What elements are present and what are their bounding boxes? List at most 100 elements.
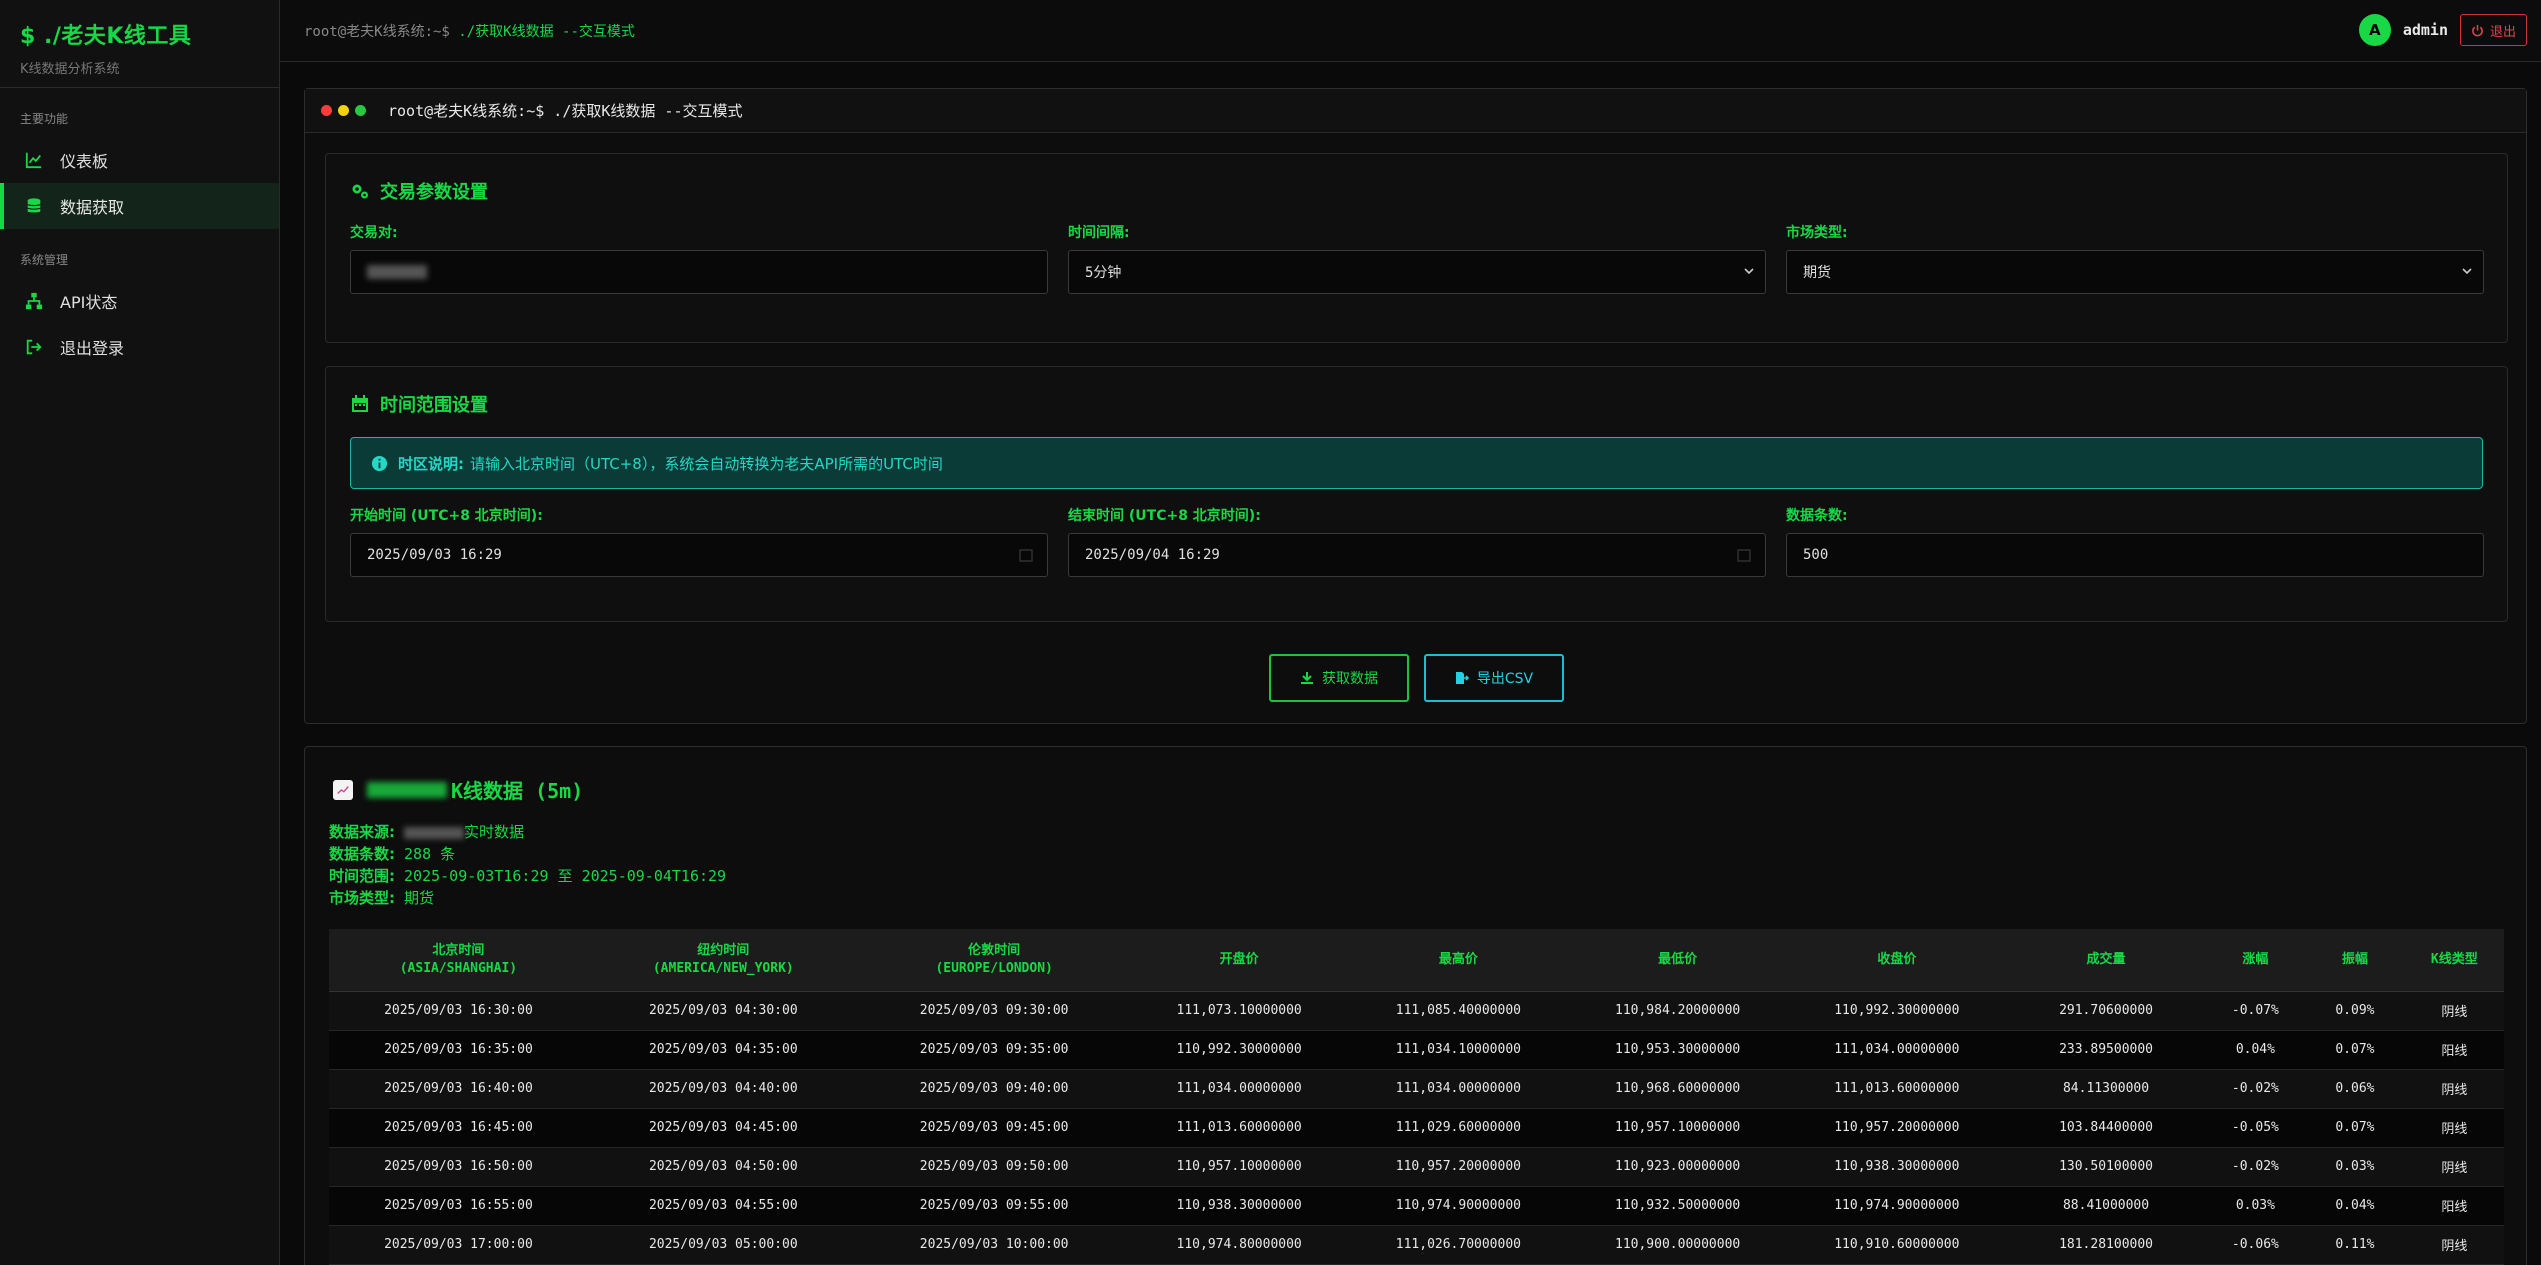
- fetch-data-button[interactable]: 获取数据: [1269, 654, 1409, 702]
- column-header[interactable]: 北京时间 (ASIA/SHANGHAI): [329, 929, 588, 992]
- table-cell: 130.50100000: [2006, 1147, 2206, 1187]
- sidebar-item-data-fetch[interactable]: 数据获取: [0, 183, 279, 229]
- column-header-timezone: (ASIA/SHANGHAI): [399, 960, 518, 976]
- table-cell: 阴线: [2404, 991, 2504, 1031]
- table-cell: 2025/09/03 17:00:00: [329, 1225, 588, 1265]
- table-cell: 111,034.10000000: [1348, 1030, 1568, 1070]
- avatar[interactable]: A: [2358, 14, 2391, 46]
- table-cell: 111,029.60000000: [1348, 1108, 1568, 1148]
- market-label: 市场类型:: [329, 889, 395, 907]
- table-row[interactable]: 2025/09/03 17:00:00 2025/09/03 05:00:00 20…: [329, 1225, 2504, 1265]
- logout-label: 退出: [2489, 24, 2516, 40]
- column-header[interactable]: 成交量: [2006, 929, 2206, 992]
- sign-out-icon: [24, 337, 44, 357]
- column-header[interactable]: 涨幅: [2205, 929, 2306, 992]
- terminal-header: root@老夫K线系统:~$ ./获取K线数据 --交互模式: [305, 89, 2526, 133]
- table-cell: 110,984.20000000: [1568, 991, 1788, 1031]
- table-cell: 2025/09/03 09:55:00: [858, 1186, 1130, 1226]
- column-header[interactable]: K线类型: [2404, 929, 2504, 992]
- results-title: K线数据 (5m): [333, 775, 583, 804]
- interval-select[interactable]: 5分钟: [1068, 250, 1766, 294]
- market-select[interactable]: 期货: [1786, 250, 2484, 294]
- start-time-input[interactable]: 2025/09/03 16:29: [350, 533, 1048, 577]
- market-value: 期货: [1803, 265, 1831, 281]
- table-cell: 110,938.30000000: [1787, 1147, 2007, 1187]
- table-cell: 111,013.60000000: [1787, 1069, 2007, 1109]
- chart-line-icon: [24, 150, 44, 170]
- table-cell: 2025/09/03 09:40:00: [858, 1069, 1130, 1109]
- logout-button[interactable]: 退出: [2459, 14, 2527, 46]
- brand-title[interactable]: $ ./老夫K线工具: [20, 18, 259, 50]
- sidebar-item-dashboard[interactable]: 仪表板: [0, 137, 279, 183]
- calendar-picker-icon[interactable]: [1019, 548, 1033, 562]
- table-cell: 2025/09/03 10:00:00: [858, 1225, 1130, 1265]
- database-icon: [24, 196, 44, 216]
- table-row[interactable]: 2025/09/03 16:50:00 2025/09/03 04:50:00 20…: [329, 1147, 2504, 1187]
- end-time-input[interactable]: 2025/09/04 16:29: [1068, 533, 1766, 577]
- column-header-title: 振幅: [2341, 951, 2368, 967]
- table-cell: 111,073.10000000: [1129, 991, 1349, 1031]
- username: admin: [2402, 21, 2448, 39]
- interval-field: 时间间隔: 5分钟: [1068, 222, 1766, 294]
- export-csv-button[interactable]: 导出CSV: [1424, 654, 1564, 702]
- column-header[interactable]: 最低价: [1568, 929, 1788, 992]
- end-time-label: 结束时间 (UTC+8 北京时间):: [1068, 508, 1261, 524]
- results-meta: 数据来源: 实时数据 数据条数: 288 条 时间范围: 2025-09-03T…: [329, 821, 726, 909]
- table-row[interactable]: 2025/09/03 16:30:00 2025/09/03 04:30:00 20…: [329, 991, 2504, 1031]
- column-header[interactable]: 纽约时间 (AMERICA/NEW_YORK): [587, 929, 859, 992]
- column-header-title: 收盘价: [1877, 951, 1917, 967]
- column-header-title: 伦敦时间: [968, 942, 1021, 958]
- market-value: 期货: [404, 889, 435, 907]
- sidebar-item-label: 仪表板: [60, 152, 109, 171]
- column-header-title: K线类型: [2430, 951, 2478, 967]
- column-header-title: 最低价: [1658, 951, 1698, 967]
- download-icon: [1301, 672, 1313, 684]
- chevron-down-icon: [2462, 268, 2472, 275]
- notice-text: 请输入北京时间（UTC+8），系统会自动转换为老夫API所需的UTC时间: [470, 454, 943, 473]
- column-header[interactable]: 最高价: [1348, 929, 1568, 992]
- table-row[interactable]: 2025/09/03 16:45:00 2025/09/03 04:45:00 20…: [329, 1108, 2504, 1148]
- column-header[interactable]: 收盘价: [1787, 929, 2007, 992]
- table-cell: 111,026.70000000: [1348, 1225, 1568, 1265]
- trade-settings-card: 交易参数设置 交易对: 时间间隔: 5分钟 市场类型: 期货: [325, 153, 2508, 343]
- range-value: 2025-09-03T16:29 至 2025-09-04T16:29: [404, 867, 727, 885]
- column-header[interactable]: 伦敦时间 (EUROPE/LONDON): [858, 929, 1130, 992]
- table-cell: 0.11%: [2305, 1225, 2405, 1265]
- table-cell: 2025/09/03 16:40:00: [329, 1069, 588, 1109]
- market-field: 市场类型: 期货: [1786, 222, 2484, 294]
- table-cell: 2025/09/03 16:35:00: [329, 1030, 588, 1070]
- sitemap-icon: [24, 291, 44, 311]
- column-header[interactable]: 振幅: [2305, 929, 2405, 992]
- sidebar-item-api-status[interactable]: API状态: [0, 278, 279, 324]
- table-cell: 0.03%: [2305, 1147, 2405, 1187]
- end-time-value: 2025/09/04 16:29: [1085, 547, 1220, 563]
- table-row[interactable]: 2025/09/03 16:55:00 2025/09/03 04:55:00 20…: [329, 1186, 2504, 1226]
- column-header-title: 开盘价: [1219, 951, 1259, 967]
- count-input[interactable]: 500: [1786, 533, 2484, 577]
- prompt-command: ./获取K线数据 --交互模式: [458, 23, 635, 40]
- table-cell: -0.02%: [2205, 1069, 2306, 1109]
- table-cell: 110,974.90000000: [1787, 1186, 2007, 1226]
- table-cell: 0.04%: [2305, 1186, 2405, 1226]
- start-time-field: 开始时间 (UTC+8 北京时间): 2025/09/03 16:29: [350, 505, 1048, 577]
- start-time-value: 2025/09/03 16:29: [367, 547, 502, 563]
- table-cell: 2025/09/03 04:30:00: [587, 991, 859, 1031]
- count-field: 数据条数: 500: [1786, 505, 2484, 577]
- pair-input[interactable]: [350, 250, 1048, 294]
- trade-settings-title: 交易参数设置: [350, 178, 488, 204]
- chevron-down-icon: [1744, 268, 1754, 275]
- table-cell: 阳线: [2404, 1030, 2504, 1070]
- table-cell: 233.89500000: [2006, 1030, 2206, 1070]
- calendar-icon: [352, 395, 368, 412]
- table-cell: 110,974.80000000: [1129, 1225, 1349, 1265]
- table-cell: 88.41000000: [2006, 1186, 2206, 1226]
- table-row[interactable]: 2025/09/03 16:40:00 2025/09/03 04:40:00 20…: [329, 1069, 2504, 1109]
- table-row[interactable]: 2025/09/03 16:35:00 2025/09/03 04:35:00 20…: [329, 1030, 2504, 1070]
- interval-label: 时间间隔:: [1068, 225, 1130, 241]
- table-cell: 2025/09/03 04:40:00: [587, 1069, 859, 1109]
- prompt-text: root@老夫K线系统:~$: [304, 23, 450, 40]
- sidebar-item-logout[interactable]: 退出登录: [0, 324, 279, 370]
- column-header[interactable]: 开盘价: [1129, 929, 1349, 992]
- calendar-picker-icon[interactable]: [1737, 548, 1751, 562]
- kline-table: 北京时间 (ASIA/SHANGHAI) 纽约时间 (AMERICA/NEW_YORK…: [329, 929, 2504, 1265]
